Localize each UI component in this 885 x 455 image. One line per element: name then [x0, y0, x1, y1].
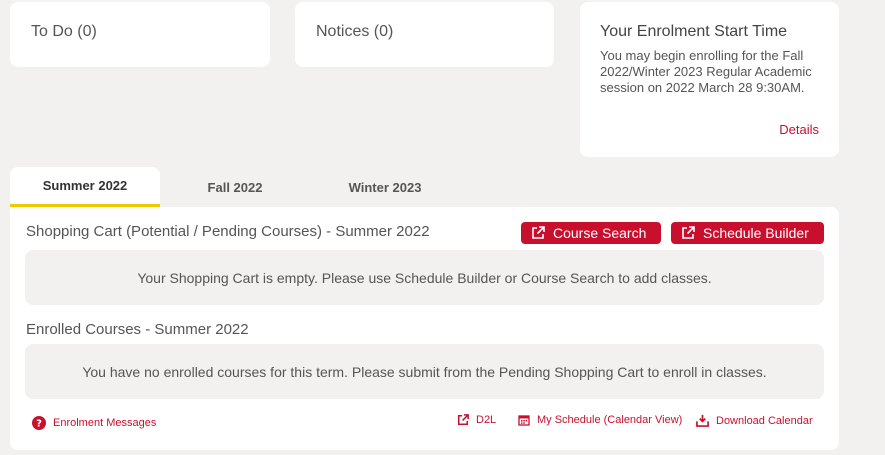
help-circle-icon: ? — [32, 416, 46, 430]
tab-winter-2023[interactable]: Winter 2023 — [310, 167, 460, 207]
external-link-icon — [457, 414, 469, 426]
shopping-cart-empty-message: Your Shopping Cart is empty. Please use … — [25, 250, 824, 305]
download-calendar-label: Download Calendar — [716, 414, 813, 427]
external-link-icon — [682, 226, 695, 239]
notices-title: Notices (0) — [316, 23, 394, 40]
my-schedule-link[interactable]: My Schedule (Calendar View) — [518, 414, 682, 426]
external-link-icon — [532, 226, 545, 239]
term-tabs: Summer 2022 Fall 2022 Winter 2023 — [10, 167, 450, 207]
enrolment-messages-link[interactable]: ? Enrolment Messages — [32, 416, 156, 430]
tab-fall-2022[interactable]: Fall 2022 — [160, 167, 310, 207]
svg-text:?: ? — [36, 419, 42, 430]
enrolled-courses-heading: Enrolled Courses - Summer 2022 — [26, 321, 249, 338]
todo-title: To Do (0) — [31, 23, 97, 40]
shopping-cart-heading: Shopping Cart (Potential / Pending Cours… — [26, 223, 430, 240]
download-calendar-link[interactable]: Download Calendar — [696, 414, 813, 427]
notices-card[interactable]: Notices (0) — [295, 2, 554, 67]
details-link[interactable]: Details — [779, 122, 819, 137]
enrolment-start-time-card: Your Enrolment Start Time You may begin … — [580, 2, 839, 157]
my-schedule-label: My Schedule (Calendar View) — [537, 414, 683, 426]
schedule-builder-button[interactable]: Schedule Builder — [671, 222, 824, 244]
enrolled-courses-empty-message: You have no enrolled courses for this te… — [25, 344, 824, 399]
term-panel: Shopping Cart (Potential / Pending Cours… — [10, 207, 839, 450]
enrolment-start-text: You may begin enrolling for the Fall 202… — [600, 48, 812, 95]
enrolment-messages-label: Enrolment Messages — [53, 417, 157, 429]
d2l-link[interactable]: D2L — [457, 414, 496, 426]
download-icon — [696, 414, 709, 427]
schedule-builder-label: Schedule Builder — [703, 225, 809, 241]
d2l-label: D2L — [476, 414, 497, 426]
course-search-label: Course Search — [553, 225, 647, 241]
tab-summer-2022[interactable]: Summer 2022 — [10, 167, 160, 207]
enrolment-start-title: Your Enrolment Start Time — [600, 23, 788, 40]
calendar-icon — [518, 415, 530, 426]
course-search-button[interactable]: Course Search — [521, 222, 661, 244]
todo-card[interactable]: To Do (0) — [10, 2, 270, 67]
